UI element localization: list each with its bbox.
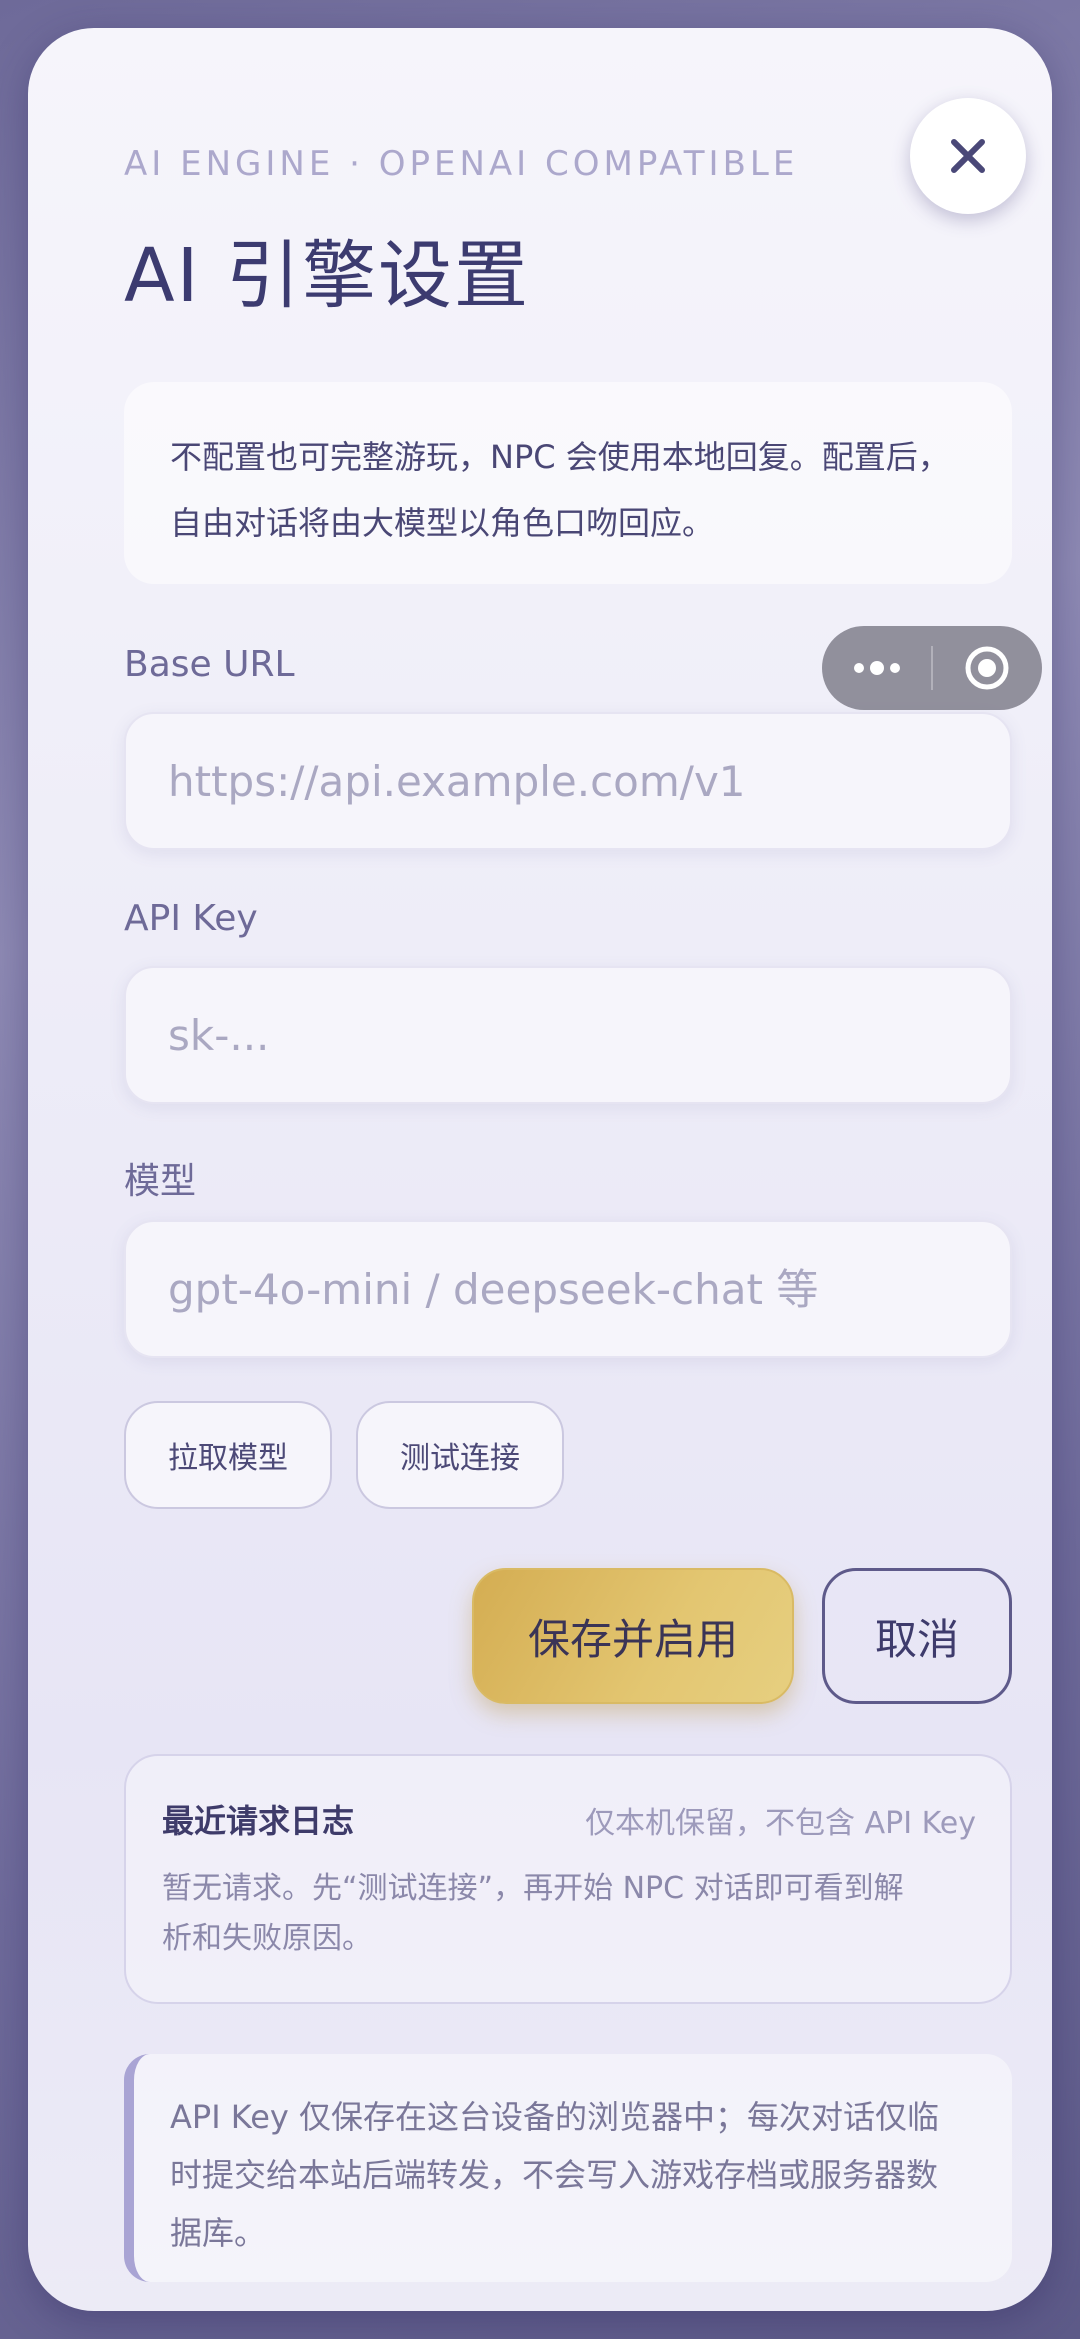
mini-program-capsule — [822, 626, 1042, 710]
dialog-title: AI 引擎设置 — [124, 233, 530, 319]
request-log-title: 最近请求日志 — [162, 1802, 355, 1840]
notice-line: 据库。 — [170, 2214, 267, 2252]
intro-line: 自由对话将由大模型以角色口吻回应。 — [170, 504, 715, 542]
log-line: 析和失败原因。 — [162, 1921, 372, 1956]
base-url-label: Base URL — [124, 644, 295, 685]
privacy-notice: API Key 仅保存在这台设备的浏览器中；每次对话仅临 时提交给本站后端转发，… — [124, 2054, 1012, 2282]
api-key-input[interactable] — [124, 966, 1012, 1104]
request-log-panel: 最近请求日志 仅本机保留，不包含 API Key 暂无请求。先“测试连接”，再开… — [124, 1754, 1012, 2004]
intro-panel: 不配置也可完整游玩，NPC 会使用本地回复。配置后， 自由对话将由大模型以角色口… — [124, 382, 1012, 584]
log-line: 暂无请求。先“测试连接”，再开始 NPC 对话即可看到解 — [162, 1871, 904, 1906]
more-dots-icon — [854, 661, 900, 675]
model-input[interactable] — [124, 1220, 1012, 1358]
request-log-empty-text: 暂无请求。先“测试连接”，再开始 NPC 对话即可看到解 析和失败原因。 — [162, 1864, 982, 1964]
model-label: 模型 — [124, 1161, 197, 1202]
intro-line: 不配置也可完整游玩，NPC 会使用本地回复。配置后， — [170, 438, 950, 476]
exit-button[interactable] — [932, 626, 1042, 710]
dialog-eyebrow: AI ENGINE · OPENAI COMPATIBLE — [124, 144, 799, 184]
test-connection-button[interactable]: 测试连接 — [356, 1401, 564, 1509]
more-button[interactable] — [822, 626, 932, 710]
fetch-models-button[interactable]: 拉取模型 — [124, 1401, 332, 1509]
notice-line: API Key 仅保存在这台设备的浏览器中；每次对话仅临 — [170, 2098, 939, 2136]
target-circle-icon — [965, 646, 1009, 690]
base-url-input[interactable] — [124, 712, 1012, 850]
save-and-enable-button[interactable]: 保存并启用 — [472, 1568, 794, 1704]
notice-line: 时提交给本站后端转发，不会写入游戏存档或服务器数 — [170, 2156, 939, 2194]
capsule-divider — [931, 646, 933, 690]
request-log-note: 仅本机保留，不包含 API Key — [585, 1806, 976, 1841]
cancel-button[interactable]: 取消 — [822, 1568, 1012, 1704]
close-icon — [951, 139, 985, 173]
api-key-label: API Key — [124, 898, 258, 939]
close-button[interactable] — [910, 98, 1026, 214]
settings-dialog: AI ENGINE · OPENAI COMPATIBLE AI 引擎设置 不配… — [28, 28, 1052, 2311]
